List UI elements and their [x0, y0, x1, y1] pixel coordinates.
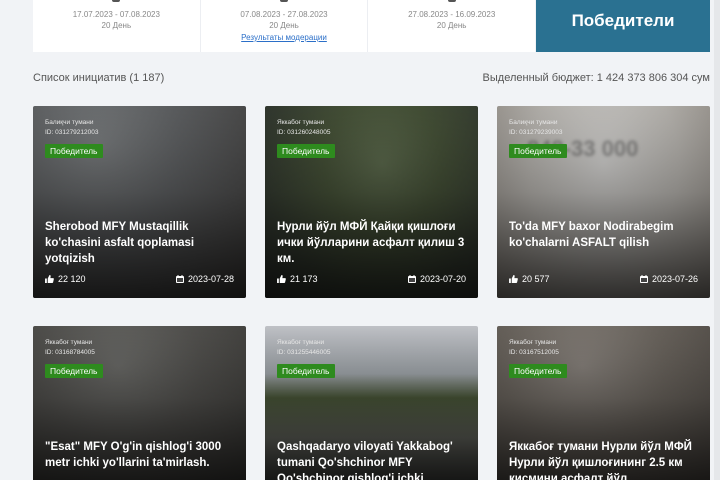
initiatives-count: Список инициатив (1 187) [33, 72, 165, 84]
allocated-budget: Выделенный бюджет: 1 424 373 806 304 сум [482, 72, 710, 84]
initiative-card[interactable]: 848-33 000 Балиқчи тумани ID: 0312792390… [497, 106, 710, 298]
winners-button-label: Победители [571, 10, 675, 30]
stage-dates: 27.08.2023 - 16.09.2023 [408, 10, 496, 19]
winner-badge: Победитель [277, 364, 335, 378]
winners-button[interactable]: Победители [536, 0, 710, 52]
votes-count: 20 577 [522, 274, 550, 284]
card-date: 2023-07-26 [639, 274, 698, 284]
card-date: 2023-07-28 [175, 274, 234, 284]
winner-badge: Победитель [277, 144, 335, 158]
card-id: ID: 031255446005 [277, 349, 331, 356]
stage-days: 20 День [101, 21, 132, 30]
initiative-card[interactable]: Балиқчи тумани ID: 031279212003 Победите… [33, 106, 246, 298]
thumbs-up-icon [277, 275, 286, 283]
votes-count: 22 120 [58, 274, 86, 284]
winner-badge: Победитель [45, 364, 103, 378]
calendar-icon [639, 275, 648, 283]
card-district: Балиқчи тумани [509, 119, 558, 126]
winner-badge: Победитель [45, 144, 103, 158]
card-title[interactable]: Sherobod MFY Mustaqillik ko'chasini asfa… [45, 219, 234, 267]
stages-panel: 17.07.2023 - 07.08.2023 20 День 07.08.20… [33, 0, 535, 52]
date-value: 2023-07-20 [419, 274, 466, 284]
card-date: 2023-07-20 [407, 274, 466, 284]
card-id: ID: 03167512005 [509, 349, 559, 356]
page-scrollbar[interactable] [714, 0, 720, 480]
card-title[interactable]: "Esat" MFY O'g'in qishlog'i 3000 metr ic… [45, 439, 234, 471]
card-district: Яккабоғ тумани [509, 339, 557, 346]
card-title[interactable]: To'da MFY baxor Nodirabegim ko'chalarni … [509, 219, 698, 251]
card-votes: 22 120 [45, 274, 86, 284]
stage-days: 20 День [436, 21, 467, 30]
stage-dates: 17.07.2023 - 07.08.2023 [72, 10, 160, 19]
card-district: Яккабоғ тумани [277, 119, 325, 126]
card-id: ID: 031260248005 [277, 129, 331, 136]
stage-marker [280, 0, 288, 2]
card-title[interactable]: Яккабоғ тумани Нурли йўл МФЙ Нурли йўл қ… [509, 439, 698, 480]
card-title[interactable]: Нурли йўл МФЙ Қайқи қишлоғи ички йўллари… [277, 219, 466, 267]
card-id: ID: 031279239003 [509, 129, 563, 136]
calendar-icon [175, 275, 184, 283]
card-district: Яккабоғ тумани [45, 339, 93, 346]
stage-marker [112, 0, 121, 2]
date-value: 2023-07-28 [187, 274, 234, 284]
date-value: 2023-07-26 [651, 274, 698, 284]
calendar-icon [407, 275, 416, 283]
initiative-card[interactable]: Яккабоғ тумани ID: 03168784005 Победител… [33, 326, 246, 480]
card-title[interactable]: Qashqadaryo viloyati Yakkabog' tumani Qo… [277, 439, 466, 480]
card-votes: 21 173 [277, 274, 318, 284]
stage-3: 27.08.2023 - 16.09.2023 20 День [368, 0, 535, 52]
moderation-results-link[interactable]: Результаты модерации [201, 33, 368, 42]
winner-badge: Победитель [509, 364, 567, 378]
initiative-card[interactable]: Яккабоғ тумани ID: 031255446005 Победите… [265, 326, 478, 480]
thumbs-up-icon [509, 275, 518, 283]
stage-marker [447, 0, 456, 2]
thumbs-up-icon [45, 275, 54, 283]
winner-badge: Победитель [509, 144, 567, 158]
stage-2: 07.08.2023 - 27.08.2023 20 День Результа… [201, 0, 369, 52]
stage-dates: 07.08.2023 - 27.08.2023 [240, 10, 328, 19]
card-id: ID: 031279212003 [45, 129, 99, 136]
votes-count: 21 173 [290, 274, 318, 284]
card-votes: 20 577 [509, 274, 550, 284]
card-district: Балиқчи тумани [45, 119, 94, 126]
stage-days: 20 День [269, 21, 299, 30]
stage-1: 17.07.2023 - 07.08.2023 20 День [33, 0, 201, 52]
card-district: Яккабоғ тумани [277, 339, 325, 346]
initiative-card[interactable]: Яккабоғ тумани ID: 031260248005 Победите… [265, 106, 478, 298]
card-id: ID: 03168784005 [45, 349, 95, 356]
initiative-card[interactable]: Яккабоғ тумани ID: 03167512005 Победител… [497, 326, 710, 480]
